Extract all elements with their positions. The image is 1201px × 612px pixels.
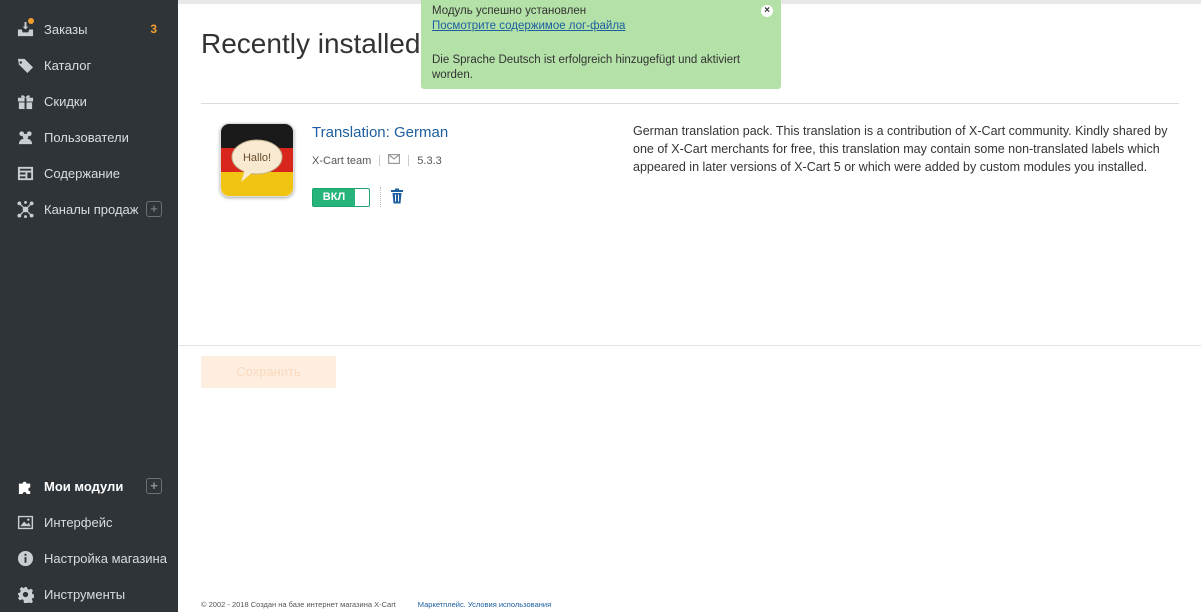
content-icon (16, 164, 34, 182)
view-log-link[interactable]: Посмотрите содержимое лог-файла (432, 20, 625, 32)
footer: © 2002 - 2018 Создан на базе интернет ма… (201, 600, 551, 609)
sidebar-item-label: Скидки (44, 93, 87, 109)
sidebar-item-label: Мои модули (44, 478, 124, 494)
module-name-link[interactable]: Translation: German (312, 124, 448, 141)
module-icon[interactable]: Hallo! (220, 123, 294, 197)
sidebar-item-label: Настройка магазина (44, 550, 167, 566)
sidebar-item-label: Каналы продаж (44, 201, 139, 217)
image-icon (16, 513, 34, 531)
sidebar-item-label: Пользователи (44, 129, 129, 145)
action-separator (380, 187, 382, 207)
sidebar-item-discounts[interactable]: Скидки (0, 83, 178, 119)
save-button[interactable]: Сохранить (201, 356, 336, 388)
footer-copyright: © 2002 - 2018 Создан на базе интернет ма… (201, 600, 396, 609)
sidebar-item-interface[interactable]: Интерфейс (0, 504, 178, 540)
module-author: X-Cart team (312, 154, 372, 167)
divider (201, 103, 1179, 104)
orders-count-badge: 3 (150, 22, 157, 36)
sidebar-item-tools[interactable]: Инструменты (0, 576, 178, 612)
sidebar-item-store-setup[interactable]: Настройка магазина (0, 540, 178, 576)
success-notification: Модуль успешно установлен Посмотрите сод… (421, 0, 781, 89)
sidebar-item-content[interactable]: Содержание (0, 155, 178, 191)
gift-icon (16, 92, 34, 110)
divider (178, 345, 1201, 346)
sidebar-item-my-modules[interactable]: Мои модули + (0, 468, 178, 504)
tag-icon (16, 56, 34, 74)
puzzle-icon (16, 477, 34, 495)
module-version: 5.3.3 (417, 154, 442, 167)
sidebar: Заказы 3 Каталог Скидки Пользователи Сод… (0, 0, 178, 612)
trash-icon[interactable] (390, 188, 404, 204)
close-icon[interactable]: × (761, 5, 773, 17)
page-title: Recently installed (201, 28, 421, 59)
sidebar-item-label: Интерфейс (44, 514, 113, 530)
gear-icon (16, 585, 34, 603)
sidebar-item-label: Заказы (44, 21, 88, 37)
mail-icon[interactable] (388, 154, 401, 167)
module-meta: X-Cart team 5.3.3 (312, 154, 442, 167)
sidebar-item-label: Каталог (44, 57, 92, 73)
users-icon (16, 128, 34, 146)
footer-links[interactable]: Маркетплейс. Условия использования (418, 600, 551, 609)
sidebar-item-label: Содержание (44, 165, 120, 181)
sidebar-item-label: Инструменты (44, 586, 126, 602)
meta-separator (379, 155, 381, 166)
sidebar-item-users[interactable]: Пользователи (0, 119, 178, 155)
module-description: German translation pack. This translatio… (633, 124, 1168, 174)
add-module-button[interactable]: + (146, 478, 162, 494)
sidebar-item-sales-channels[interactable]: Каналы продаж + (0, 191, 178, 227)
module-enable-toggle[interactable]: ВКЛ (312, 188, 370, 207)
notification-message: Модуль успешно установлен (432, 5, 587, 17)
module-icon-text: Hallo! (243, 152, 271, 164)
add-sales-channel-button[interactable]: + (146, 201, 162, 217)
orders-icon (16, 18, 34, 38)
toggle-on-label: ВКЛ (313, 189, 355, 206)
sales-channels-icon (16, 200, 34, 218)
notification-detail: Die Sprache Deutsch ist erfolgreich hinz… (432, 54, 741, 81)
info-icon (16, 549, 34, 567)
sidebar-item-catalog[interactable]: Каталог (0, 47, 178, 83)
meta-separator (408, 155, 410, 166)
sidebar-item-orders[interactable]: Заказы 3 (0, 11, 178, 47)
main-content: Recently installed Hallo! Translation: G… (178, 0, 1201, 612)
